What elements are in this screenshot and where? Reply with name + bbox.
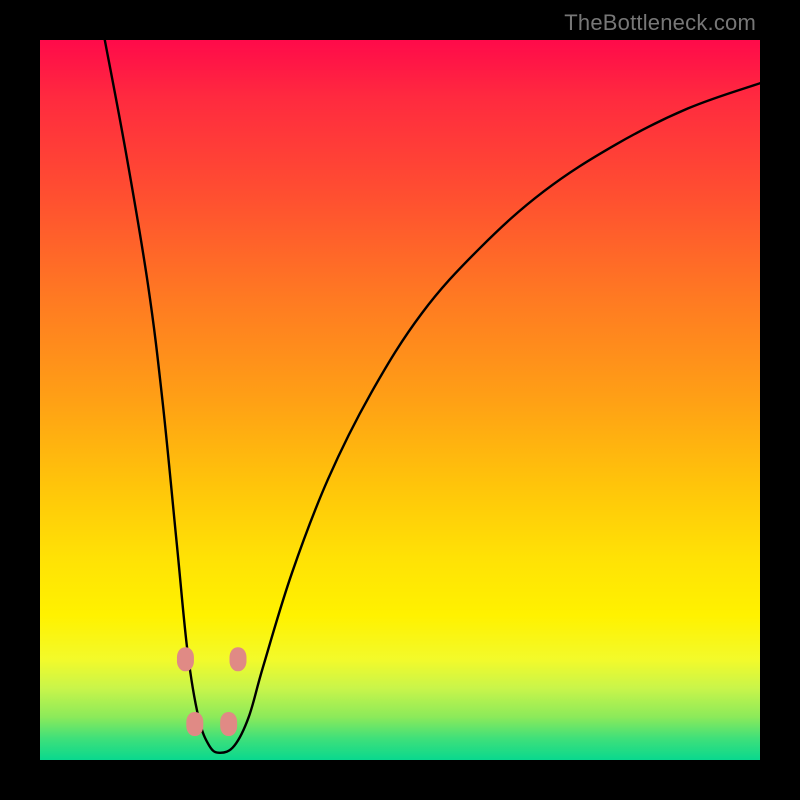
watermark-text: TheBottleneck.com: [564, 10, 756, 36]
curve-path-group: [105, 40, 760, 753]
plot-area: [40, 40, 760, 760]
marker-dot: [177, 647, 194, 671]
marker-dot: [230, 647, 247, 671]
bottleneck-curve: [40, 40, 760, 760]
marker-dot: [220, 712, 237, 736]
chart-frame: TheBottleneck.com: [0, 0, 800, 800]
marker-dot: [186, 712, 203, 736]
markers: [177, 647, 247, 736]
curve-path: [105, 40, 760, 753]
